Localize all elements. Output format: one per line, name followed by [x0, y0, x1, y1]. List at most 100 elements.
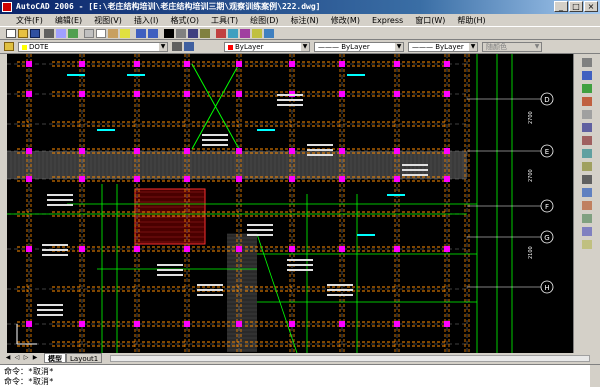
column-mark	[236, 246, 242, 252]
copy-object-icon[interactable]	[582, 71, 592, 80]
column-mark	[394, 61, 400, 67]
array-icon[interactable]	[582, 110, 592, 119]
tab-next-icon[interactable]: ▷	[22, 354, 30, 362]
explode-icon[interactable]	[582, 240, 592, 249]
pan-icon[interactable]	[164, 29, 174, 38]
tab-prev-icon[interactable]: ◁	[13, 354, 21, 362]
layer-manager-icon[interactable]	[4, 42, 14, 51]
paste-icon[interactable]	[108, 29, 118, 38]
chamfer-icon[interactable]	[582, 214, 592, 223]
annotation-text	[402, 169, 428, 171]
properties-icon[interactable]	[216, 29, 226, 38]
help-icon[interactable]	[264, 29, 274, 38]
redo-icon[interactable]	[148, 29, 158, 38]
menu-format[interactable]: 格式(O)	[170, 15, 199, 26]
column-mark	[339, 176, 345, 182]
chevron-down-icon[interactable]: ▼	[159, 43, 167, 51]
undo-icon[interactable]	[136, 29, 146, 38]
annotation-text	[257, 129, 275, 131]
cad-drawing[interactable]: D E F G H 2700 2700 2100	[7, 54, 573, 353]
make-current-icon[interactable]	[172, 42, 182, 51]
column-mark	[289, 321, 295, 327]
tab-first-icon[interactable]: ◀	[4, 354, 12, 362]
new-icon[interactable]	[6, 29, 16, 38]
tool-palettes-icon[interactable]	[240, 29, 250, 38]
menu-tools[interactable]: 工具(T)	[211, 15, 238, 26]
column-mark	[79, 321, 85, 327]
print-icon[interactable]	[44, 29, 54, 38]
menu-express[interactable]: Express	[372, 16, 403, 25]
annotation-text	[402, 164, 428, 166]
annotation-text	[327, 289, 353, 291]
chevron-down-icon[interactable]: ▼	[395, 43, 403, 51]
dimension-text: 2100	[528, 246, 534, 259]
column-mark	[184, 321, 190, 327]
markup-icon[interactable]	[252, 29, 262, 38]
column-mark	[339, 148, 345, 154]
zoom-window-icon[interactable]	[188, 29, 198, 38]
linetype-combo[interactable]: ——— ByLayer ▼	[314, 42, 404, 52]
cut-icon[interactable]	[84, 29, 94, 38]
menu-edit[interactable]: 编辑(E)	[55, 15, 82, 26]
menu-window[interactable]: 窗口(W)	[415, 15, 445, 26]
menu-help[interactable]: 帮助(H)	[457, 15, 485, 26]
autocad-logo-icon[interactable]	[2, 2, 12, 12]
column-mark	[236, 321, 242, 327]
save-icon[interactable]	[30, 29, 40, 38]
scale-icon[interactable]	[582, 149, 592, 158]
open-icon[interactable]	[18, 29, 28, 38]
horizontal-scrollbar[interactable]	[110, 355, 590, 362]
publish-icon[interactable]	[68, 29, 78, 38]
preview-icon[interactable]	[56, 29, 66, 38]
color-value: ByLayer	[235, 43, 264, 51]
column-mark	[134, 321, 140, 327]
annotation-text	[197, 284, 223, 286]
zoom-previous-icon[interactable]	[200, 29, 210, 38]
column-mark	[134, 176, 140, 182]
tab-model[interactable]: 模型	[44, 353, 66, 363]
extend-icon[interactable]	[582, 188, 592, 197]
column-mark	[444, 148, 450, 154]
tab-last-icon[interactable]: ▶	[31, 354, 39, 362]
stretch-icon[interactable]	[582, 162, 592, 171]
column-mark	[394, 246, 400, 252]
column-mark	[394, 91, 400, 97]
copy-icon[interactable]	[96, 29, 106, 38]
mirror-icon[interactable]	[582, 84, 592, 93]
trim-icon[interactable]	[582, 175, 592, 184]
command-scrollbar[interactable]	[590, 365, 600, 387]
column-mark	[184, 246, 190, 252]
close-button[interactable]: ×	[584, 1, 598, 12]
column-mark	[339, 91, 345, 97]
menu-file[interactable]: 文件(F)	[16, 15, 43, 26]
layer-previous-icon[interactable]	[184, 42, 194, 51]
erase-icon[interactable]	[582, 58, 592, 67]
menu-modify[interactable]: 修改(M)	[331, 15, 360, 26]
command-window[interactable]: 命令：*取消* 命令：*取消*	[0, 364, 600, 387]
menu-draw[interactable]: 绘图(D)	[250, 15, 278, 26]
move-icon[interactable]	[582, 123, 592, 132]
annotation-text	[127, 74, 145, 76]
match-properties-icon[interactable]	[120, 29, 130, 38]
menu-view[interactable]: 视图(V)	[94, 15, 122, 26]
axis-label: H	[544, 284, 549, 292]
menu-dimension[interactable]: 标注(N)	[291, 15, 319, 26]
zoom-icon[interactable]	[176, 29, 186, 38]
chevron-down-icon[interactable]: ▼	[469, 43, 477, 51]
design-center-icon[interactable]	[228, 29, 238, 38]
lineweight-combo[interactable]: ——— ByLayer ▼	[408, 42, 478, 52]
layer-combo[interactable]: DOTE ▼	[18, 42, 168, 52]
color-combo[interactable]: ByLayer ▼	[224, 42, 310, 52]
rotate-icon[interactable]	[582, 136, 592, 145]
fillet-icon[interactable]	[582, 227, 592, 236]
minimize-button[interactable]: _	[554, 1, 568, 12]
maximize-button[interactable]: □	[569, 1, 583, 12]
menu-insert[interactable]: 插入(I)	[134, 15, 159, 26]
plotstyle-combo: 随颜色 ▼	[482, 42, 542, 52]
offset-icon[interactable]	[582, 97, 592, 106]
annotation-text	[42, 254, 68, 256]
tab-layout1[interactable]: Layout1	[66, 353, 103, 363]
chevron-down-icon[interactable]: ▼	[301, 43, 309, 51]
drawing-area[interactable]: D E F G H 2700 2700 2100	[7, 54, 573, 353]
break-icon[interactable]	[582, 201, 592, 210]
